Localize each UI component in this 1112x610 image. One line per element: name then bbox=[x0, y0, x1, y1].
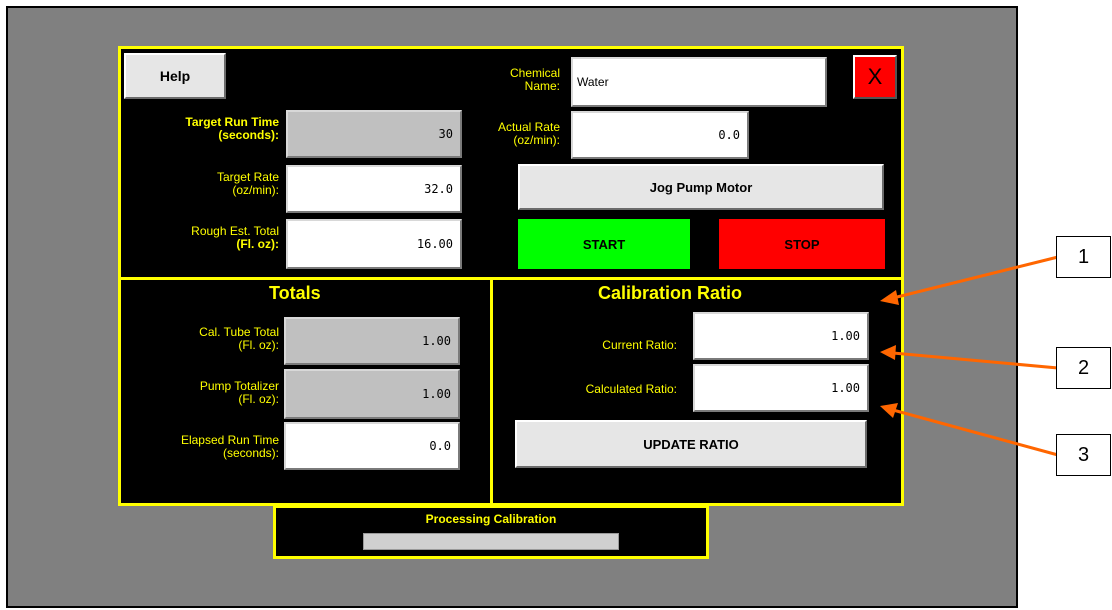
callout-arrowhead-3 bbox=[880, 403, 898, 418]
callout-arrows bbox=[880, 255, 1059, 457]
callout-arrow-2 bbox=[892, 351, 1059, 370]
callout-label-1: 1 bbox=[1056, 236, 1111, 278]
callout-arrowhead-1 bbox=[880, 290, 899, 305]
callout-arrow-3 bbox=[892, 408, 1059, 457]
callout-arrowhead-2 bbox=[880, 345, 896, 360]
callout-label-3: 3 bbox=[1056, 434, 1111, 476]
callout-arrow-1 bbox=[892, 255, 1059, 300]
callout-label-2: 2 bbox=[1056, 347, 1111, 389]
